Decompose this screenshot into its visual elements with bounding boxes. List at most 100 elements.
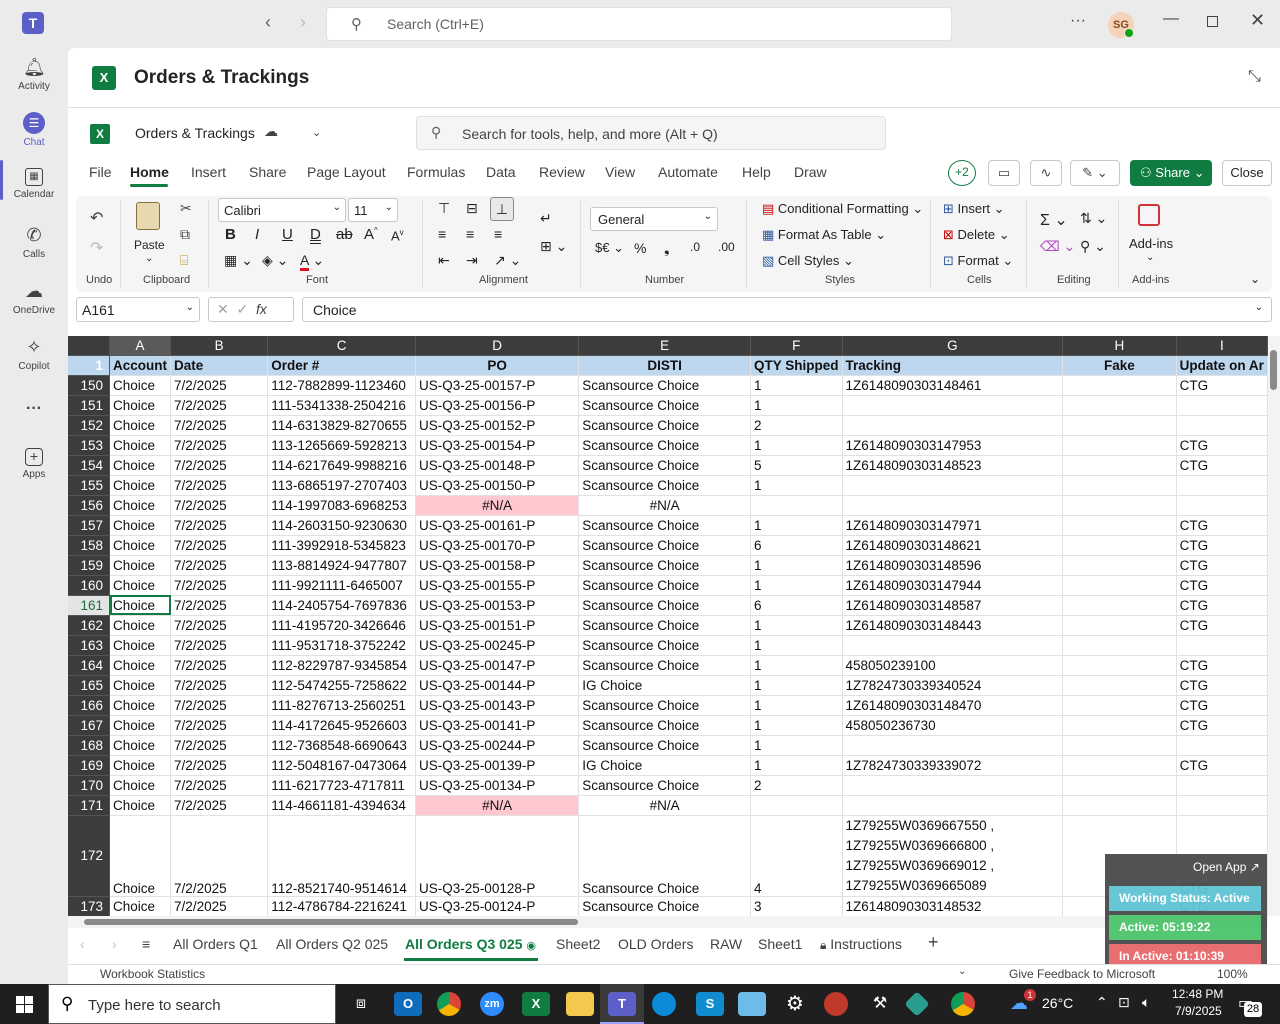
cell-h[interactable] <box>1062 555 1177 576</box>
cell-b[interactable]: 7/2/2025 <box>170 515 269 536</box>
comments-button[interactable]: ▭ <box>988 160 1020 186</box>
header-cell[interactable]: DISTI <box>578 355 751 376</box>
cell-g[interactable]: 1Z6148090303148470 <box>842 695 1064 716</box>
cell-g[interactable]: 458050239100 <box>842 655 1064 676</box>
row-header[interactable]: 159 <box>68 555 111 576</box>
cell-i[interactable] <box>1176 735 1268 756</box>
cell-f[interactable]: 1 <box>750 555 843 576</box>
align-bottom-icon[interactable]: ⊥ <box>490 197 514 221</box>
cell-a[interactable]: Choice <box>109 896 172 916</box>
teams-logo-icon[interactable]: T <box>22 12 44 34</box>
cell-f[interactable]: 1 <box>750 615 843 636</box>
decrease-decimal-icon[interactable]: .00 <box>718 240 735 254</box>
fill-color-icon[interactable]: ◈ ⌄ <box>262 252 288 269</box>
cell-d[interactable]: US-Q3-25-00153-P <box>415 595 580 616</box>
header-cell[interactable]: Update on Ar <box>1176 355 1268 376</box>
tab-insert[interactable]: Insert <box>191 164 226 180</box>
cell-a[interactable]: Choice <box>109 575 172 596</box>
spreadsheet-grid[interactable]: A B C D E F G H I 1 Account Date Order # PO DISTI QTY S… <box>68 336 1268 916</box>
row-header[interactable]: 170 <box>68 775 111 796</box>
cell-d[interactable]: US-Q3-25-00124-P <box>415 896 580 916</box>
row-header[interactable]: 162 <box>68 615 111 636</box>
cell-d[interactable]: US-Q3-25-00155-P <box>415 575 580 596</box>
cell-b[interactable]: 7/2/2025 <box>170 595 269 616</box>
cell-a[interactable]: Choice <box>109 755 172 776</box>
forward-arrow-icon[interactable]: › <box>300 12 306 33</box>
cell-b[interactable]: 7/2/2025 <box>170 535 269 556</box>
task-view-icon[interactable]: ⧈ <box>347 992 375 1016</box>
cell-i[interactable]: CTG <box>1176 695 1268 716</box>
cell-g[interactable]: 1Z6148090303148461 <box>842 375 1064 396</box>
cell-a[interactable]: Choice <box>109 555 172 576</box>
column-header[interactable]: E <box>578 336 751 356</box>
wrap-text-icon[interactable]: ↵ <box>540 210 552 227</box>
feedback-link[interactable]: Give Feedback to Microsoft <box>1009 967 1155 981</box>
orientation-icon[interactable]: ↗ ⌄ <box>494 252 521 269</box>
cell-i[interactable] <box>1176 415 1268 436</box>
cell-f[interactable]: 1 <box>750 375 843 396</box>
cell-e[interactable]: Scansource Choice <box>578 555 751 576</box>
cell-c[interactable]: 112-5048167-0473064 <box>267 755 417 776</box>
cell-g[interactable]: 1Z6148090303148523 <box>842 455 1064 476</box>
cell-g[interactable]: 1Z79255W0369667550 , 1Z79255W0369666800 ,… <box>842 815 1064 897</box>
cell-g[interactable] <box>842 735 1064 756</box>
cell-d[interactable]: US-Q3-25-00128-P <box>415 815 580 897</box>
clock-time[interactable]: 12:48 PM <box>1172 987 1223 1001</box>
cell-g[interactable] <box>842 495 1064 516</box>
cell-b[interactable]: 7/2/2025 <box>170 795 269 816</box>
cell-d[interactable]: US-Q3-25-00245-P <box>415 635 580 656</box>
next-sheet-icon[interactable]: › <box>112 936 117 952</box>
cell-h[interactable] <box>1062 375 1177 396</box>
sheet-tab-raw[interactable]: RAW <box>710 936 742 952</box>
open-app-link[interactable]: Open App ↗ <box>1193 860 1260 874</box>
cell-e[interactable]: Scansource Choice <box>578 415 751 436</box>
cell-b[interactable]: 7/2/2025 <box>170 415 269 436</box>
outlook-icon[interactable]: O <box>394 992 422 1016</box>
sheet-tab-sheet2[interactable]: Sheet2 <box>556 936 600 952</box>
column-header[interactable]: D <box>415 336 580 356</box>
cell-b[interactable]: 7/2/2025 <box>170 715 269 736</box>
paste-icon[interactable] <box>136 202 160 230</box>
sheet-tab-old-orders[interactable]: OLD Orders <box>618 936 693 952</box>
cell-e[interactable]: #N/A <box>578 795 751 816</box>
cell-b[interactable]: 7/2/2025 <box>170 555 269 576</box>
format-painter-icon[interactable]: ⌸ <box>180 252 188 269</box>
cell-h[interactable] <box>1062 575 1177 596</box>
cell-b[interactable]: 7/2/2025 <box>170 395 269 416</box>
cell-i[interactable]: CTG <box>1176 535 1268 556</box>
redo-icon[interactable]: ↷ <box>90 238 103 258</box>
cell-b[interactable]: 7/2/2025 <box>170 655 269 676</box>
cell-b[interactable]: 7/2/2025 <box>170 435 269 456</box>
column-header[interactable]: I <box>1176 336 1268 356</box>
rail-item-copilot[interactable]: ✧ Copilot <box>0 336 68 372</box>
cell-c[interactable]: 114-2603150-9230630 <box>267 515 417 536</box>
cell-i[interactable] <box>1176 495 1268 516</box>
cell-g[interactable]: 1Z6148090303148596 <box>842 555 1064 576</box>
addins-icon[interactable] <box>1138 204 1160 226</box>
cell-f[interactable]: 1 <box>750 435 843 456</box>
collaborators-badge[interactable]: +2 <box>948 160 976 186</box>
cell-b[interactable]: 7/2/2025 <box>170 735 269 756</box>
cancel-icon[interactable]: ✕ <box>217 301 229 317</box>
column-header[interactable]: H <box>1062 336 1177 356</box>
enter-icon[interactable]: ✓ <box>237 301 249 317</box>
cell-b[interactable]: 7/2/2025 <box>170 635 269 656</box>
column-header[interactable]: B <box>170 336 269 356</box>
sheet-tab-instructions[interactable]: 🔒︎ Instructions <box>820 936 902 953</box>
settings-icon[interactable]: ⚙ <box>781 992 809 1016</box>
prev-sheet-icon[interactable]: ‹ <box>80 936 85 952</box>
cell-i[interactable] <box>1176 795 1268 816</box>
sort-filter-icon[interactable]: ⇅ ⌄ <box>1080 210 1107 227</box>
cell-e[interactable]: Scansource Choice <box>578 896 751 916</box>
cell-h[interactable] <box>1062 595 1177 616</box>
cell-e[interactable]: Scansource Choice <box>578 375 751 396</box>
close-window-icon[interactable]: ✕ <box>1250 10 1265 31</box>
app-circle-icon[interactable] <box>824 992 848 1016</box>
header-cell[interactable]: PO <box>415 355 580 376</box>
cell-h[interactable] <box>1062 635 1177 656</box>
cell-d[interactable]: US-Q3-25-00144-P <box>415 675 580 696</box>
cell-a[interactable]: Choice <box>109 455 172 476</box>
cell-a[interactable]: Choice <box>109 815 172 897</box>
cell-b[interactable]: 7/2/2025 <box>170 896 269 916</box>
cell-f[interactable]: 1 <box>750 515 843 536</box>
